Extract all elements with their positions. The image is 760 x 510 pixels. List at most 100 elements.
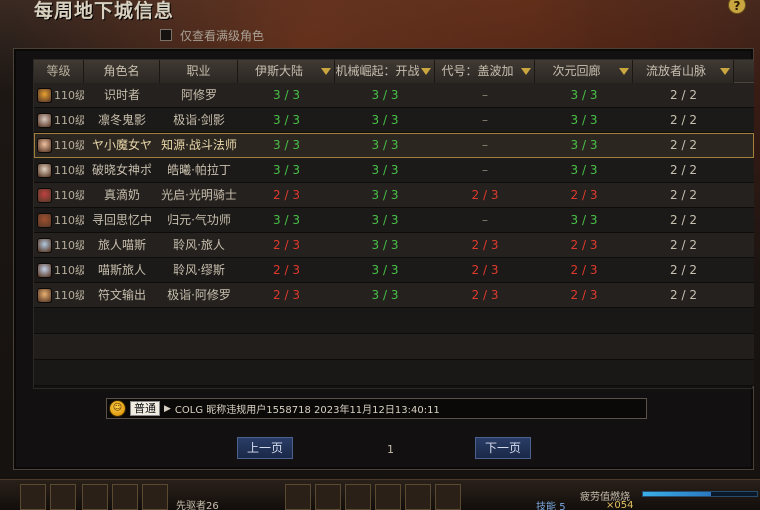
hud-slot[interactable] <box>345 484 371 510</box>
dropdown-arrow-icon[interactable] <box>321 68 331 75</box>
hud-player-label: 先驱者26 <box>176 501 219 510</box>
hud-slot[interactable] <box>405 484 431 510</box>
table-row[interactable]: 110级 识时者 阿修罗 3 / 3 3 / 3 – 3 / 3 2 / 2 <box>34 83 754 108</box>
dropdown-arrow-icon[interactable] <box>619 68 629 75</box>
dropdown-arrow-icon[interactable] <box>521 68 531 75</box>
dungeon-3-count: – <box>482 113 488 127</box>
window-title: 每周地下城信息 <box>34 0 175 22</box>
broadcast-message: ☺ 普通 ▶ COLG 昵称违规用户1558718 2023年11月12日13:… <box>106 398 647 419</box>
dungeon-2-count: 3 / 3 <box>371 238 399 252</box>
character-job: 归元·气功师 <box>167 213 231 227</box>
table-row[interactable]: 110级 喵斯旅人 聆风·缪斯 2 / 3 3 / 3 2 / 3 2 / 3 2 / 2 <box>34 258 754 283</box>
dungeon-3-count: – <box>482 88 488 102</box>
dungeon-4-count: 3 / 3 <box>570 213 598 227</box>
level-text: 110级 <box>54 288 84 302</box>
character-avatar-icon <box>37 287 52 303</box>
table-row[interactable]: 110级 旅人喵斯 聆风·旅人 2 / 3 3 / 3 2 / 3 2 / 3 2 / 2 <box>34 233 754 258</box>
level-text: 110级 <box>54 113 84 127</box>
dungeon-1-count: 3 / 3 <box>273 163 300 177</box>
level-text: 110级 <box>54 263 84 277</box>
dungeon-2-count: 3 / 3 <box>371 88 399 102</box>
table-row[interactable]: 110级 真滴奶 光启·光明骑士 2 / 3 3 / 3 2 / 3 2 / 3 2 / 2 <box>34 183 754 208</box>
dungeon-3-count: – <box>482 213 488 227</box>
header-dungeon-5[interactable]: 流放者山脉 <box>633 60 734 83</box>
table-row[interactable]: 110级 破晓女神ポ 皓曦·帕拉丁 3 / 3 3 / 3 – 3 / 3 2 / 2 <box>34 158 754 183</box>
level-cell: 110级 <box>34 183 84 207</box>
dungeon-2-count: 3 / 3 <box>371 113 399 127</box>
hud-slot[interactable] <box>375 484 401 510</box>
character-name: 符文输出 <box>97 288 146 302</box>
character-name: ヤ小魔女ヤ <box>91 138 152 152</box>
hud-skill-label: 技能 5 <box>536 498 566 510</box>
level-cell: 110级 <box>34 133 84 157</box>
prev-page-button[interactable]: 上一页 <box>237 437 293 459</box>
level-text: 110级 <box>54 88 84 102</box>
dungeon-2-count: 3 / 3 <box>371 138 399 152</box>
header-dungeon-3[interactable]: 代号：盖波加 <box>435 60 535 83</box>
level-cell: 110级 <box>34 233 84 257</box>
character-avatar-icon <box>37 137 52 153</box>
dungeon-3-count: – <box>482 163 488 177</box>
dungeon-5-count: 2 / 2 <box>670 138 697 152</box>
table-row[interactable]: 110级 符文输出 极诣·阿修罗 2 / 3 3 / 3 2 / 3 2 / 3 2 / 2 <box>34 283 754 308</box>
level-text: 110级 <box>54 188 84 202</box>
dungeon-5-count: 2 / 2 <box>670 163 697 177</box>
broadcast-arrow-icon: ▶ <box>164 403 171 414</box>
max-level-checkbox[interactable] <box>160 29 172 41</box>
character-avatar-icon <box>37 187 52 203</box>
broadcast-text: COLG 昵称违规用户1558718 2023年11月12日13:40:11 <box>174 405 440 416</box>
dungeon-5-count: 2 / 2 <box>670 238 697 252</box>
dungeon-4-count: 3 / 3 <box>570 88 598 102</box>
hud-slot[interactable] <box>142 484 168 510</box>
level-cell: 110级 <box>34 208 84 232</box>
hud-slot[interactable] <box>20 484 46 510</box>
dropdown-arrow-icon[interactable] <box>421 68 431 75</box>
character-job: 聆风·缪斯 <box>173 263 225 277</box>
dungeon-4-count: 3 / 3 <box>570 113 598 127</box>
dungeon-1-count: 3 / 3 <box>273 138 300 152</box>
table-row[interactable]: 110级 寻回思忆中 归元·气功师 3 / 3 3 / 3 – 3 / 3 2 / 2 <box>34 208 754 233</box>
character-avatar-icon <box>37 237 52 253</box>
level-cell: 110级 <box>34 258 84 282</box>
header-dungeon-5-label: 流放者山脉 <box>645 64 706 78</box>
dungeon-3-count: – <box>482 138 488 152</box>
level-cell: 110级 <box>34 158 84 182</box>
dungeon-1-count: 3 / 3 <box>273 88 300 102</box>
character-name: 识时者 <box>103 88 140 102</box>
character-table: 等级 角色名 职业 伊斯大陆 机械崛起：开战 代号：盖波加 次元回廊 流放者山脉 <box>33 59 754 389</box>
dungeon-2-count: 3 / 3 <box>371 288 399 302</box>
dungeon-3-count: 2 / 3 <box>471 263 499 277</box>
character-avatar-icon <box>37 112 52 128</box>
character-avatar-icon <box>37 162 52 178</box>
dungeon-5-count: 2 / 2 <box>670 88 697 102</box>
dungeon-5-count: 2 / 2 <box>670 263 697 277</box>
dungeon-3-count: 2 / 3 <box>471 238 499 252</box>
header-dungeon-1[interactable]: 伊斯大陆 <box>238 60 335 83</box>
page-number: 1 <box>387 443 394 456</box>
hud-slot[interactable] <box>82 484 108 510</box>
next-page-button[interactable]: 下一页 <box>475 437 531 459</box>
hud-slot[interactable] <box>435 484 461 510</box>
broadcast-channel-tag: 普通 <box>130 401 160 416</box>
empty-row <box>34 308 754 334</box>
hud-skill-count: 5 <box>559 502 566 510</box>
dungeon-3-count: 2 / 3 <box>471 288 499 302</box>
dropdown-arrow-icon[interactable] <box>720 68 730 75</box>
header-dungeon-4[interactable]: 次元回廊 <box>535 60 633 83</box>
dungeon-5-count: 2 / 2 <box>670 213 697 227</box>
hud-slot[interactable] <box>285 484 311 510</box>
header-level: 等级 <box>34 60 84 83</box>
table-row[interactable]: 110级 ヤ小魔女ヤ 知源·战斗法师 3 / 3 3 / 3 – 3 / 3 2 / 2 <box>34 133 754 158</box>
level-text: 110级 <box>54 238 84 252</box>
character-avatar-icon <box>37 262 52 278</box>
character-job: 皓曦·帕拉丁 <box>167 163 231 177</box>
table-row[interactable]: 110级 凛冬鬼影 极诣·剑影 3 / 3 3 / 3 – 3 / 3 2 / 2 <box>34 108 754 133</box>
dungeon-2-count: 3 / 3 <box>371 188 399 202</box>
hud-slot[interactable] <box>50 484 76 510</box>
hud-slot[interactable] <box>315 484 341 510</box>
header-dungeon-1-label: 伊斯大陆 <box>254 64 303 78</box>
max-level-filter[interactable]: 仅查看满级角色 <box>160 27 264 43</box>
hud-gold: ×054 <box>606 500 634 510</box>
header-dungeon-2[interactable]: 机械崛起：开战 <box>335 60 435 83</box>
hud-slot[interactable] <box>112 484 138 510</box>
